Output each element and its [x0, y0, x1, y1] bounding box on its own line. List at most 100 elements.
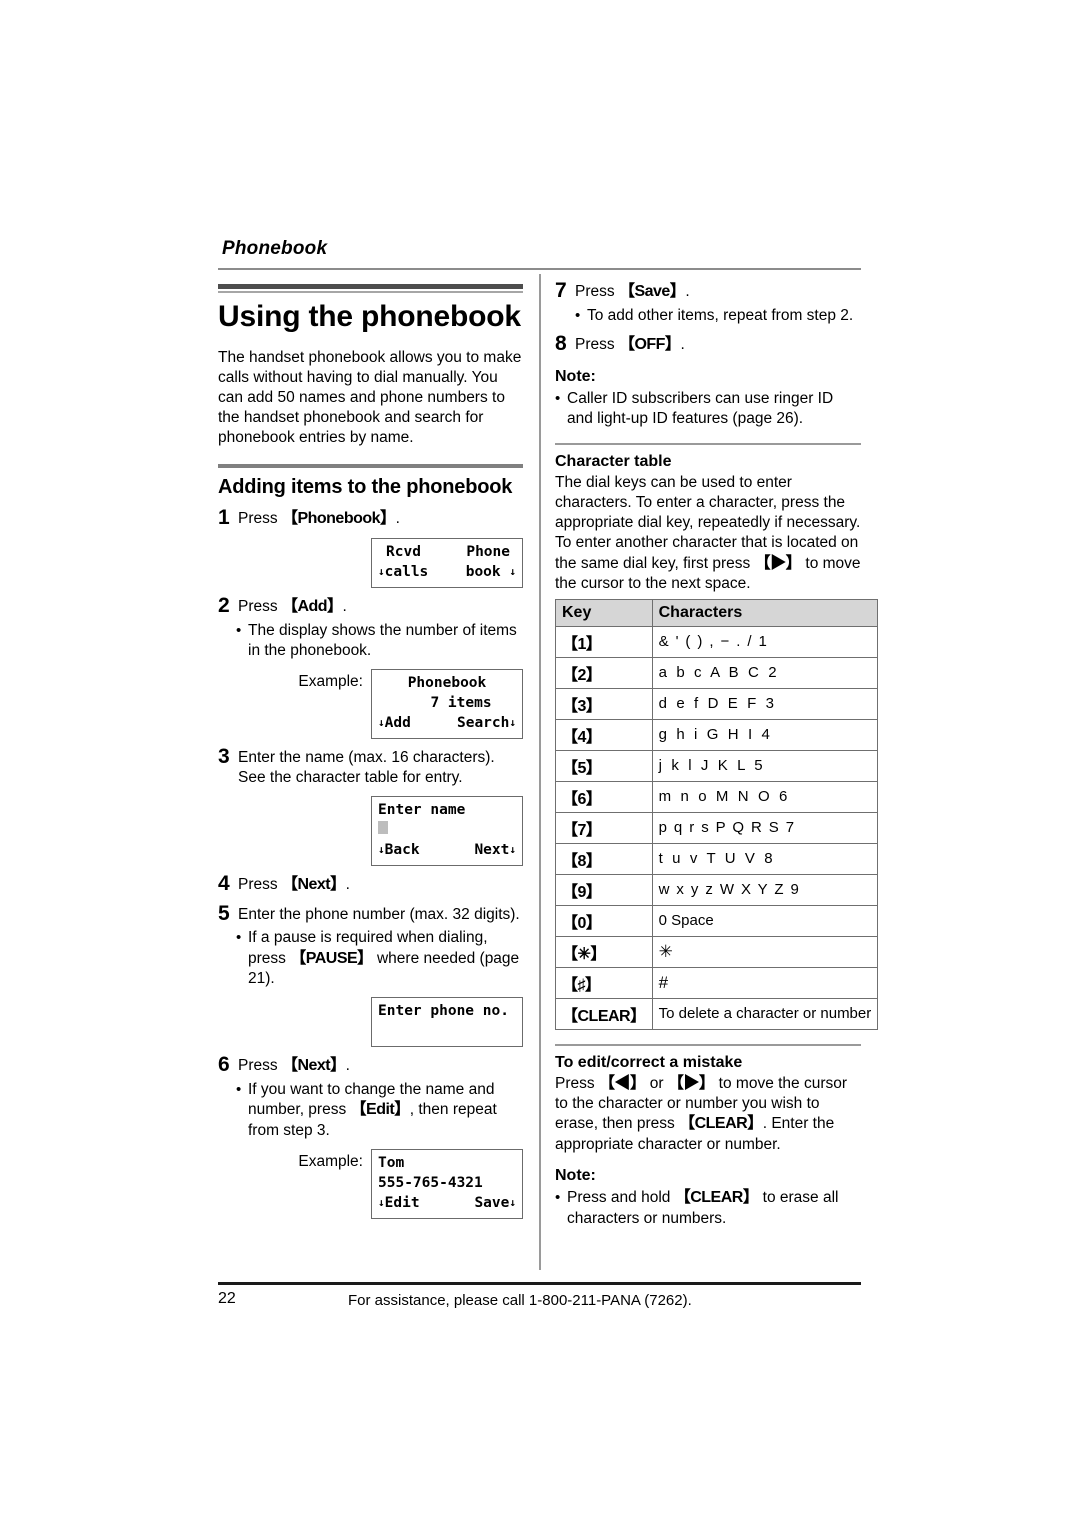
- bullet-dot-icon: •: [555, 1189, 561, 1207]
- softkey-down-arrow-icon: ↓: [378, 565, 385, 579]
- softkey-down-arrow-icon: ↓: [378, 1196, 385, 1210]
- lcd-display-phonebook-items: Phonebook 7 items ↓Add Search↓: [371, 669, 523, 740]
- lcd5-line3-left: Edit: [384, 1195, 420, 1212]
- lcd2-line1: Phonebook: [407, 675, 487, 692]
- key-clear: 【CLEAR】: [679, 1115, 763, 1133]
- softkey-down-arrow-icon: ↓: [509, 565, 516, 579]
- step-text: Press 【Add】.: [238, 597, 523, 618]
- table-cell-characters: j k l J K L 5: [651, 749, 879, 782]
- bullet-text: The display shows the number of items in…: [248, 621, 517, 660]
- bullet-text: Press and hold 【CLEAR】 to erase all char…: [567, 1188, 861, 1229]
- step-2-pre: Press: [238, 598, 282, 616]
- lcd3-line1: Enter name: [378, 802, 466, 819]
- key-right-arrow: 【▶】: [754, 554, 802, 572]
- lcd-display-enter-phone-no: Enter phone no.: [371, 997, 523, 1048]
- lcd3-line3-right: Next: [474, 842, 510, 859]
- step-4-post: .: [345, 876, 350, 894]
- softkey-down-arrow-icon: ↓: [509, 843, 516, 857]
- table-cell-characters: 0 Space: [651, 904, 879, 937]
- lcd-2-wrapper: Example: Phonebook 7 items ↓Add Search↓: [218, 669, 523, 740]
- table-row: 【✳】 ✳: [555, 935, 879, 968]
- table-cell-key: 【7】: [555, 811, 653, 844]
- key-next: 【Next】: [281, 1057, 346, 1075]
- step-text: Enter the name (max. 16 characters). See…: [238, 749, 495, 787]
- step-number: 8: [555, 331, 567, 355]
- bullet-dot-icon: •: [555, 389, 561, 407]
- table-cell-characters: To delete a character or number: [651, 997, 879, 1030]
- table-cell-characters: a b c A B C 2: [651, 656, 879, 689]
- table-cell-key: 【✳】: [555, 935, 653, 968]
- step-2-post: .: [342, 598, 347, 616]
- key-edit: 【Edit】: [350, 1101, 411, 1119]
- note-2-a: Press and hold: [567, 1189, 675, 1207]
- step-number: 7: [555, 279, 567, 302]
- step-text: Press 【Next】.: [238, 1056, 523, 1077]
- table-cell-characters: m n o M N O 6: [651, 780, 879, 813]
- step-1-post: .: [395, 510, 400, 528]
- step-1-pre: Press: [238, 510, 282, 528]
- column-header-characters: Characters: [651, 598, 879, 627]
- table-cell-characters: w x y z W X Y Z 9: [651, 873, 879, 906]
- edit-section-rule: [555, 1043, 861, 1046]
- example-label: Example:: [298, 1153, 363, 1171]
- character-table-body: 【1】 & ' ( ) , − . / 1 【2】 a b c A B C 2 【3】 d…: [555, 625, 879, 1030]
- key-off: 【OFF】: [618, 335, 681, 353]
- table-row: 【2】 a b c A B C 2: [555, 656, 879, 689]
- step-number: 4: [218, 872, 230, 896]
- softkey-down-arrow-icon: ↓: [509, 716, 516, 730]
- key-pause: 【PAUSE】: [290, 949, 373, 967]
- page-number: 22: [218, 1290, 236, 1307]
- step-number: 5: [218, 902, 230, 926]
- column-divider: [539, 274, 541, 1270]
- edit-section-text: Press 【◀】 or 【▶】 to move the cursor to t…: [555, 1074, 861, 1156]
- step-2: 2 Press 【Add】.: [218, 594, 523, 618]
- step-6: 6 Press 【Next】.: [218, 1053, 523, 1077]
- step-8-pre: Press: [575, 335, 619, 353]
- table-cell-characters: & ' ( ) , − . / 1: [651, 625, 879, 658]
- lcd5-line1: Tom: [378, 1155, 405, 1172]
- key-right-arrow: 【▶】: [667, 1074, 715, 1092]
- example-label: Example:: [298, 673, 363, 691]
- step-5: 5 Enter the phone number (max. 32 digits…: [218, 902, 523, 926]
- edit-a: Press: [555, 1074, 599, 1092]
- step-6-pre: Press: [238, 1057, 282, 1075]
- table-cell-characters: p q r s P Q R S 7: [651, 811, 879, 844]
- table-row: 【8】 t u v T U V 8: [555, 842, 879, 875]
- step-number: 6: [218, 1053, 230, 1077]
- key-left-arrow: 【◀】: [598, 1074, 646, 1092]
- step-7: 7 Press 【Save】.: [555, 279, 861, 303]
- key-clear: 【CLEAR】: [674, 1189, 759, 1207]
- lcd-display-tom-entry: Tom 555-765-4321 ↓Edit Save↓: [371, 1149, 523, 1220]
- lcd1-line1-right: Phone: [466, 544, 510, 561]
- step-1: 1 Press 【Phonebook】.: [218, 507, 523, 530]
- table-cell-key: 【CLEAR】: [555, 997, 653, 1030]
- table-row: 【♯】 #: [555, 966, 879, 999]
- table-cell-characters: d e f D E F 3: [651, 687, 879, 720]
- lcd5-line3-right: Save: [474, 1195, 510, 1212]
- step-text: Press 【Next】.: [238, 875, 523, 896]
- table-row: 【7】 p q r s P Q R S 7: [555, 811, 879, 844]
- key-phonebook: 【Phonebook】: [281, 510, 396, 528]
- table-header-row: Key Characters: [555, 598, 879, 627]
- footer-rule: [218, 1282, 861, 1285]
- step-text: Enter the phone number (max. 32 digits).: [238, 906, 520, 924]
- step-6-post: .: [345, 1057, 350, 1075]
- step-4: 4 Press 【Next】.: [218, 872, 523, 896]
- table-row: 【6】 m n o M N O 6: [555, 780, 879, 813]
- lcd1-line2-right: book: [465, 564, 501, 581]
- table-row: 【9】 w x y z W X Y Z 9: [555, 873, 879, 906]
- intro-paragraph: The handset phonebook allows you to make…: [218, 348, 522, 447]
- footer-assistance-text: For assistance, please call 1-800-211-PA…: [348, 1292, 692, 1309]
- table-cell-characters: #: [651, 966, 879, 999]
- table-cell-key: 【8】: [555, 842, 653, 875]
- step-number: 2: [218, 594, 230, 618]
- right-column: 7 Press 【Save】. • To add other items, re…: [555, 279, 879, 1229]
- table-cell-key: 【5】: [555, 749, 653, 782]
- lcd4-line1: Enter phone no.: [378, 1003, 509, 1020]
- lcd-1-wrapper: Rcvd Phone ↓calls book ↓: [218, 538, 523, 589]
- key-add: 【Add】: [281, 598, 343, 616]
- lcd3-line3-left: Back: [384, 842, 420, 859]
- note-label: Note:: [555, 367, 596, 385]
- softkey-down-arrow-icon: ↓: [509, 1196, 516, 1210]
- left-column: Using the phonebook The handset phoneboo…: [218, 280, 523, 1220]
